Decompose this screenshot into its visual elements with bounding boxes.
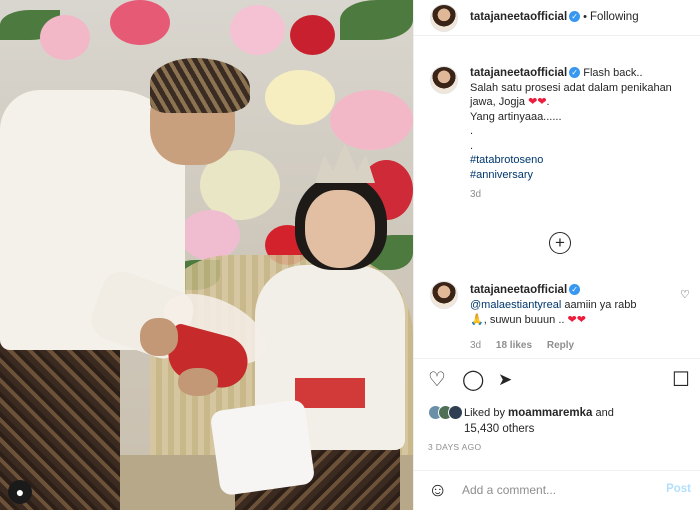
author-avatar[interactable] bbox=[430, 4, 458, 32]
comment-likes[interactable]: 18 likes bbox=[496, 340, 532, 351]
floral-flower bbox=[265, 70, 335, 125]
avatar bbox=[448, 405, 463, 420]
caption-line: tatajaneetaofficial ✓ Flash back.. bbox=[470, 66, 695, 81]
bride-red-belt bbox=[295, 378, 365, 408]
following-button[interactable]: Following bbox=[590, 11, 639, 23]
verified-badge-icon: ✓ bbox=[569, 284, 581, 295]
red-heart-icon: ❤❤ bbox=[528, 96, 547, 108]
groom-hand bbox=[178, 368, 218, 396]
caption-line: Yang artinyaaa...... bbox=[470, 110, 562, 123]
comment-text: , suwun buuun .. bbox=[483, 314, 565, 326]
likes-count[interactable]: 15,430 others bbox=[464, 423, 534, 435]
post-timestamp: 3 DAYS AGO bbox=[428, 442, 482, 452]
comment-username[interactable]: tatajaneetaofficial bbox=[470, 284, 567, 296]
header-info: tatajaneetaofficial ✓ • Following bbox=[470, 11, 639, 23]
hashtag-link[interactable]: #anniversary bbox=[470, 168, 695, 183]
caption-line: . bbox=[470, 125, 474, 137]
floral-flower bbox=[40, 15, 90, 60]
comment: tatajaneetaofficial ✓ @malaestiantyreal a… bbox=[470, 283, 680, 328]
heart-icon[interactable]: ♡ bbox=[428, 369, 446, 391]
caption-avatar[interactable] bbox=[430, 66, 458, 94]
comment-text: aamiin ya rabb bbox=[561, 299, 637, 311]
floral-flower bbox=[290, 15, 335, 55]
liked-by-text: Liked by moammaremka and 15,430 others bbox=[464, 405, 684, 437]
white-cloth bbox=[209, 398, 316, 497]
groom-hand bbox=[140, 318, 178, 356]
post-button[interactable]: Post bbox=[666, 483, 691, 495]
groom-blangkon bbox=[150, 58, 250, 113]
folded-hands-icon: 🙏 bbox=[470, 314, 484, 326]
caption-text: jawa, Jogja bbox=[470, 96, 526, 108]
post-header: tatajaneetaofficial ✓ • Following bbox=[414, 0, 700, 36]
emoji-icon[interactable]: ☺ bbox=[428, 480, 447, 502]
comment-meta: 3d 18 likes Reply bbox=[470, 340, 586, 351]
caption-username[interactable]: tatajaneetaofficial bbox=[470, 67, 567, 79]
floral-flower bbox=[180, 210, 240, 260]
reply-button[interactable]: Reply bbox=[547, 340, 574, 351]
caption-line: Salah satu prosesi adat dalam penikahan bbox=[470, 81, 672, 94]
verified-badge-icon: ✓ bbox=[569, 67, 581, 78]
comment-input[interactable] bbox=[462, 483, 642, 497]
floral-flower bbox=[230, 5, 285, 55]
post-photo[interactable]: ● bbox=[0, 0, 413, 510]
floral-leaf bbox=[340, 0, 413, 40]
bookmark-icon[interactable]: ☐ bbox=[672, 369, 690, 391]
tagged-user-icon[interactable]: ● bbox=[8, 480, 32, 504]
plus-circle-icon[interactable]: + bbox=[549, 232, 571, 254]
liked-by-avatars bbox=[428, 405, 463, 420]
comment-composer: ☺ Post bbox=[414, 470, 700, 510]
share-icon[interactable]: ➤ bbox=[498, 369, 512, 391]
liked-by-prefix: Liked by bbox=[464, 407, 505, 419]
hashtag-link[interactable]: #tatabrotoseno bbox=[470, 153, 695, 168]
verified-badge-icon: ✓ bbox=[569, 11, 581, 22]
caption-text: Flash back.. bbox=[583, 67, 643, 79]
comment-icon[interactable]: ◯ bbox=[462, 369, 484, 391]
caption-age: 3d bbox=[470, 189, 482, 200]
comment-mention[interactable]: @malaestiantyreal bbox=[470, 299, 561, 311]
separator-dot: • bbox=[583, 11, 588, 23]
floral-flower bbox=[110, 0, 170, 45]
bride-face bbox=[305, 190, 375, 268]
caption-line: jawa, Jogja ❤❤. bbox=[470, 96, 550, 108]
red-heart-icon: ❤❤ bbox=[567, 314, 586, 326]
liked-by-and: and bbox=[595, 407, 614, 419]
floral-flower bbox=[330, 90, 413, 150]
comment-like-heart-icon[interactable]: ♡ bbox=[680, 288, 690, 301]
comment-avatar[interactable] bbox=[430, 281, 458, 309]
comment-age: 3d bbox=[470, 340, 482, 351]
caption-line: . bbox=[470, 139, 474, 152]
liked-by-user[interactable]: moammaremka bbox=[508, 407, 592, 419]
post-caption: tatajaneetaofficial ✓ Flash back.. Salah … bbox=[470, 66, 695, 203]
author-username[interactable]: tatajaneetaofficial bbox=[470, 11, 567, 23]
post-side-panel: tatajaneetaofficial ✓ • Following tatajanee… bbox=[413, 0, 700, 510]
